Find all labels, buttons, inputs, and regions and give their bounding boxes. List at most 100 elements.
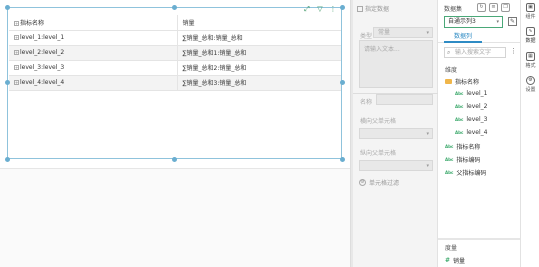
- resize-handle[interactable]: [340, 157, 345, 162]
- cell-value[interactable]: ∑销量_总和2:销量_总和: [177, 60, 341, 76]
- header-cell-name[interactable]: + 指标名称: [9, 15, 178, 31]
- header-cell-value[interactable]: 销量: [177, 15, 341, 31]
- h-parent-label: 横向父单元格: [360, 118, 397, 125]
- sidebar-item-component[interactable]: ▣ 组件: [521, 3, 539, 20]
- data-table: + 指标名称 销量 + level_1:level_1 ∑销量_总和:销量_总和 +…: [9, 15, 341, 91]
- sidebar-item-label: 组件: [525, 14, 536, 20]
- cell-name[interactable]: + level_1:level_1: [9, 30, 178, 46]
- v-parent-select[interactable]: ▾: [359, 160, 433, 171]
- text-field-icon: Abc: [455, 91, 464, 96]
- sidebar-item-data[interactable]: ∿ 数据: [521, 27, 539, 44]
- list-item[interactable]: Abc level_1: [455, 90, 487, 97]
- dataset-select[interactable]: 自通示列3 ▾: [444, 16, 503, 28]
- tab-data-columns[interactable]: 数据列: [444, 31, 482, 43]
- checkbox-icon[interactable]: [357, 5, 363, 12]
- dataset-select-value: 自通示列3: [448, 18, 476, 25]
- expand-toggle-icon[interactable]: +: [14, 50, 19, 55]
- h-parent-select[interactable]: ▾: [359, 128, 433, 139]
- list-item[interactable]: Abc 指标编码: [445, 155, 480, 164]
- dimension-section-label: 维度: [445, 67, 458, 74]
- copy-icon[interactable]: ❐: [501, 3, 510, 12]
- table-row: + level_3:level_3 ∑销量_总和2:销量_总和: [9, 60, 341, 76]
- expand-toggle-icon[interactable]: +: [14, 20, 19, 26]
- expand-toggle-icon[interactable]: +: [14, 80, 19, 85]
- cell-name[interactable]: + level_4:level_4: [9, 75, 178, 91]
- number-field-icon: #: [445, 257, 451, 264]
- text-field-icon: Abc: [445, 157, 454, 162]
- type-select-value: 常量: [378, 29, 391, 36]
- cell-value[interactable]: ∑销量_总和:销量_总和: [177, 30, 341, 46]
- dataset-toolbar: ↻ ≡ ❐: [477, 3, 510, 12]
- name-input[interactable]: [376, 94, 433, 105]
- text-field-icon: Abc: [445, 144, 454, 149]
- props-title-label: 指定数据: [365, 6, 390, 13]
- field-label: level_3: [466, 116, 488, 123]
- field-label: level_1: [466, 90, 488, 97]
- resize-handle[interactable]: [5, 5, 10, 10]
- field-label: 父指标编码: [456, 170, 487, 177]
- text-input[interactable]: 请输入文本...: [359, 40, 433, 88]
- cell-properties-panel: 指定数据 类型 常量 ▾ 请输入文本... 名称 横向父单元格 ▾ 纵向父单元格…: [353, 0, 438, 267]
- text-field-icon: Abc: [445, 170, 454, 175]
- folder-icon: [445, 79, 452, 84]
- list-item[interactable]: Abc level_4: [455, 129, 487, 136]
- cell-name[interactable]: + level_2:level_2: [9, 45, 178, 61]
- sidebar-item-format[interactable]: ▦ 格式: [521, 52, 539, 69]
- field-search-input[interactable]: ⌕ 输入搜索文字: [444, 47, 506, 58]
- cell-value[interactable]: ∑销量_总和1:销量_总和: [177, 45, 341, 61]
- text-field-icon: Abc: [455, 104, 464, 109]
- resize-handle[interactable]: [172, 5, 177, 10]
- cell-filter-button[interactable]: ⚙ 单元格过滤: [359, 178, 399, 187]
- list-item[interactable]: Abc level_2: [455, 103, 487, 110]
- resize-handle[interactable]: [340, 5, 345, 10]
- report-canvas[interactable]: ⤢ ▽ ⋮ + 指标名称 销量 + level_1:level_1 ∑销量_总和:销…: [0, 0, 350, 267]
- list-item[interactable]: # 销量: [445, 256, 465, 265]
- panel-splitter-horizontal[interactable]: [438, 238, 520, 240]
- chevron-down-icon: ▾: [426, 30, 429, 36]
- gear-icon: ⚙: [359, 179, 366, 186]
- list-item[interactable]: Abc 指标名称: [445, 142, 480, 151]
- more-icon[interactable]: ⋮: [329, 5, 337, 13]
- expand-toggle-icon[interactable]: +: [14, 35, 19, 40]
- folder-label: 指标名称: [455, 79, 480, 86]
- v-parent-label: 纵向父单元格: [360, 150, 397, 157]
- expand-icon[interactable]: ⤢: [303, 5, 311, 13]
- type-select[interactable]: 常量 ▾: [373, 27, 433, 38]
- search-placeholder: 输入搜索文字: [455, 49, 492, 56]
- field-label: 指标名称: [456, 144, 481, 151]
- cell-filter-label: 单元格过滤: [369, 180, 400, 187]
- cell-name[interactable]: + level_3:level_3: [9, 60, 178, 76]
- refresh-icon[interactable]: ↻: [477, 3, 486, 12]
- resize-handle[interactable]: [172, 157, 177, 162]
- sidebar-item-settings[interactable]: ⚙ 设置: [521, 76, 539, 93]
- more-icon[interactable]: ⋮: [510, 47, 517, 55]
- resize-handle[interactable]: [340, 80, 345, 85]
- dataset-panel: 数据集 自通示列3 ▾ ✎ 数据列 ⌕ 输入搜索文字 ⋮ 维度 指标名称 Abc…: [438, 0, 520, 267]
- list-item[interactable]: Abc level_3: [455, 116, 487, 123]
- database-icon[interactable]: ≡: [489, 3, 498, 12]
- field-label: 销量: [453, 258, 466, 265]
- name-label: 名称: [360, 99, 373, 106]
- settings-icon: ⚙: [526, 76, 535, 85]
- dataset-panel-title: 数据集: [444, 6, 463, 13]
- table-row: + level_4:level_4 ∑销量_总和3:销量_总和: [9, 75, 341, 91]
- text-field-icon: Abc: [455, 117, 464, 122]
- list-item[interactable]: Abc 父指标编码: [445, 168, 486, 177]
- sidebar-item-label: 设置: [525, 87, 536, 93]
- side-icon-bar: ▣ 组件 ∿ 数据 ▦ 格式 ⚙ 设置: [520, 0, 539, 267]
- expand-toggle-icon[interactable]: +: [14, 65, 19, 70]
- cell-value[interactable]: ∑销量_总和3:销量_总和: [177, 75, 341, 91]
- data-icon: ∿: [526, 27, 535, 36]
- folder-item[interactable]: 指标名称: [445, 77, 479, 86]
- edit-dataset-icon[interactable]: ✎: [508, 17, 517, 26]
- props-title: 指定数据: [357, 4, 389, 13]
- table-widget[interactable]: ⤢ ▽ ⋮ + 指标名称 销量 + level_1:level_1 ∑销量_总和:销…: [7, 5, 342, 159]
- filter-icon[interactable]: ▽: [316, 5, 324, 13]
- field-label: level_4: [466, 129, 488, 136]
- resize-handle[interactable]: [5, 157, 10, 162]
- field-label: 指标编码: [456, 157, 481, 164]
- resize-handle[interactable]: [5, 80, 10, 85]
- table-row: + level_2:level_2 ∑销量_总和1:销量_总和: [9, 45, 341, 61]
- sidebar-item-label: 格式: [525, 63, 536, 69]
- canvas-empty-area[interactable]: [0, 168, 350, 267]
